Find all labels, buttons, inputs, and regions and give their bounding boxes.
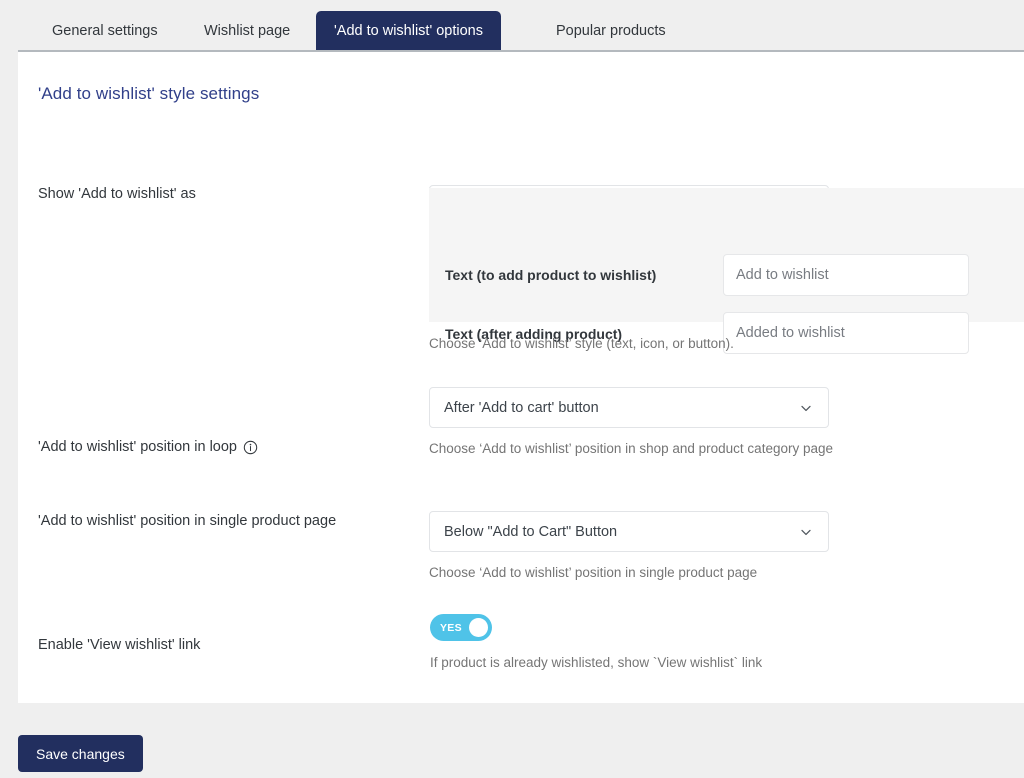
tab-label: 'Add to wishlist' options	[334, 22, 484, 39]
page-title: 'Add to wishlist' style settings	[38, 84, 260, 103]
settings-card: 'Add to wishlist' style settings Show 'A…	[18, 50, 1024, 703]
tab-label: General settings	[52, 23, 158, 39]
select-position-in-loop[interactable]: After 'Add to cart' button	[429, 387, 829, 428]
label-position-single-product: 'Add to wishlist' position in single pro…	[38, 513, 336, 529]
tab-popular-products[interactable]: Popular products	[538, 12, 684, 50]
helper-style: Choose ‘Add to wishlist’ style (text, ic…	[429, 336, 734, 351]
tab-bar: General settings Wishlist page 'Add to w…	[0, 0, 1024, 50]
chevron-down-icon	[798, 400, 814, 416]
select-value: After 'Add to cart' button	[444, 399, 599, 416]
label-text: 'Add to wishlist' position in single pro…	[38, 513, 337, 529]
toggle-knob	[469, 618, 488, 637]
tab-label: Popular products	[556, 23, 666, 39]
toggle-state-label: YES	[440, 621, 462, 634]
label-text: Show 'Add to wishlist' as	[38, 186, 196, 202]
helper-view-wishlist-link: If product is already wishlisted, show `…	[430, 655, 763, 670]
info-circle-icon[interactable]	[243, 440, 258, 455]
save-changes-button[interactable]: Save changes	[18, 735, 143, 772]
tab-label: Wishlist page	[204, 23, 291, 39]
label-position-in-loop: 'Add to wishlist' position in loop	[38, 439, 258, 455]
chevron-down-icon	[798, 524, 814, 540]
label-text-to-add: Text (to add product to wishlist)	[445, 267, 657, 283]
label-enable-view-wishlist-link: Enable 'View wishlist' link	[38, 637, 200, 653]
toggle-view-wishlist-link[interactable]: YES	[430, 614, 492, 641]
tab-wishlist-page[interactable]: Wishlist page	[186, 12, 308, 50]
helper-position-single-product: Choose ‘Add to wishlist’ position in sin…	[429, 565, 758, 580]
label-show-add-to-wishlist-as: Show 'Add to wishlist' as	[38, 186, 196, 202]
label-text: 'Add to wishlist' position in loop	[38, 439, 237, 455]
select-value: Below "Add to Cart" Button	[444, 523, 618, 540]
tab-add-to-wishlist-options[interactable]: 'Add to wishlist' options	[316, 11, 502, 50]
label-text: Enable 'View wishlist' link	[38, 637, 201, 653]
save-button-label: Save changes	[36, 745, 125, 762]
settings-page: General settings Wishlist page 'Add to w…	[0, 0, 1024, 778]
helper-position-in-loop: Choose ‘Add to wishlist’ position in sho…	[429, 441, 833, 456]
select-position-single-product[interactable]: Below "Add to Cart" Button	[429, 511, 829, 552]
input-text-after-adding[interactable]	[723, 312, 969, 354]
input-text-to-add[interactable]	[723, 254, 969, 296]
tab-general-settings[interactable]: General settings	[34, 12, 176, 50]
